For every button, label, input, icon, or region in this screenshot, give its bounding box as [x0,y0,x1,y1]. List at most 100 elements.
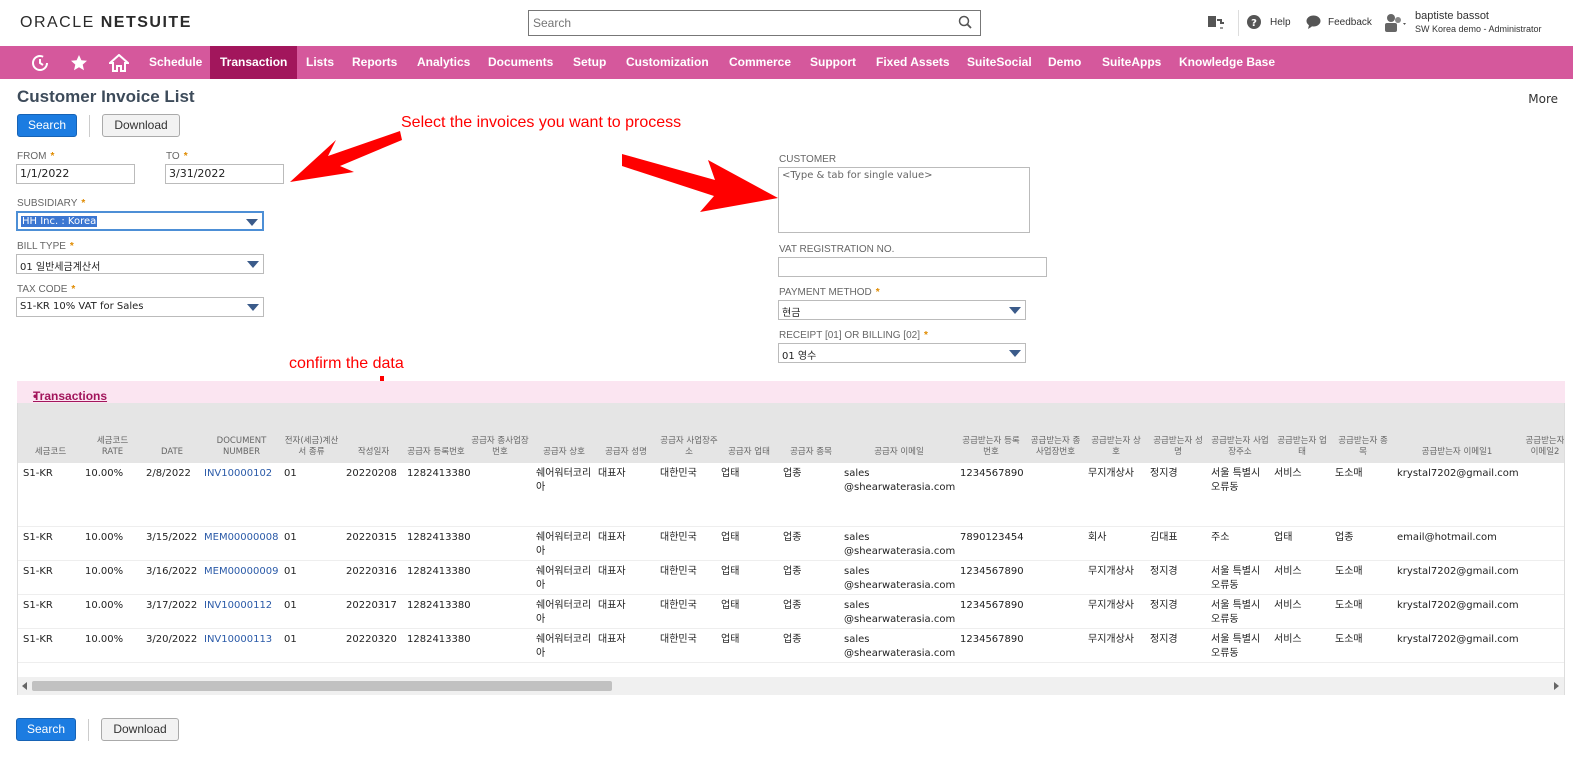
help-icon[interactable]: ? [1247,15,1261,29]
nav-customization[interactable]: Customization [616,46,719,79]
recent-records-icon[interactable] [31,54,49,72]
chevron-down-icon[interactable] [247,261,259,268]
transactions-table[interactable]: 세금코드 세금코드 RATE DATE DOCUMENT NUMBER 전자(세금)계산… [17,403,1565,695]
global-search[interactable] [528,10,981,36]
receipt-select[interactable]: 01 영수 [778,343,1026,363]
payment-method-select[interactable]: 현금 [778,300,1026,320]
horizontal-scrollbar[interactable] [18,677,1564,695]
nav-suiteapps[interactable]: SuiteApps [1092,46,1171,79]
table-row[interactable]: S1-KR 10.00% 3/20/2022 INV10000113 01 2022032… [18,629,1564,663]
nav-schedule[interactable]: Schedule [139,46,212,79]
nav-lists[interactable]: Lists [296,46,344,79]
column-header[interactable]: 공급자 사업장주소 [660,436,718,458]
document-number-link[interactable]: INV10000102 [204,467,279,481]
user-role[interactable]: SW Korea demo - Administrator [1415,24,1542,34]
home-icon[interactable] [109,54,129,72]
table-row[interactable]: S1-KR 10.00% 3/16/2022 MEM00000009 01 2022031… [18,561,1564,595]
column-header[interactable]: 공급받는자 성명 [1150,436,1206,458]
create-new-icon[interactable] [1205,14,1225,32]
table-row[interactable]: S1-KR 10.00% 2/8/2022 INV10000102 01 20220208… [18,463,1564,527]
nav-analytics[interactable]: Analytics [407,46,480,79]
nav-demo[interactable]: Demo [1038,46,1091,79]
scrollbar-thumb[interactable] [32,681,612,691]
feedback-link[interactable]: Feedback [1328,17,1372,28]
star-icon[interactable] [70,54,88,72]
table-cell: 무지개상사 [1088,600,1134,611]
table-cell: 업태 [721,566,740,577]
customer-textarea[interactable]: <Type & tab for single value> [778,167,1030,233]
table-cell: 1234567890 [960,566,1024,577]
table-cell: 7890123454 [960,532,1024,543]
user-roles-icon[interactable] [1383,13,1409,33]
nav-reports[interactable]: Reports [342,46,407,79]
nav-suitesocial[interactable]: SuiteSocial [957,46,1042,79]
column-header[interactable]: 공급받는자 업태 [1274,436,1330,458]
search-button-top[interactable]: Search [17,114,77,137]
table-cell: 업종 [1335,532,1354,543]
bill-type-select[interactable]: 01 일반세금계산서 [16,254,264,274]
chevron-down-icon[interactable] [1009,307,1021,314]
nav-setup[interactable]: Setup [563,46,616,79]
user-name[interactable]: baptiste bassot [1415,10,1489,22]
global-search-input[interactable] [529,11,949,35]
netsuite-logo[interactable]: ORACLE NETSUITE [20,14,192,32]
nav-knowledge-base[interactable]: Knowledge Base [1169,46,1285,79]
document-number-link[interactable]: MEM00000008 [204,531,279,545]
table-cell: 서울 특별시 오류동 [1211,468,1261,493]
column-header[interactable]: 공급자 등록번호 [407,447,465,458]
nav-fixed-assets[interactable]: Fixed Assets [866,46,960,79]
feedback-icon[interactable] [1306,15,1321,29]
column-header[interactable]: DOCUMENT NUMBER [204,436,279,458]
column-header[interactable]: 공급자 종목 [783,447,839,458]
table-cell: 쉐어워터코리아 [536,600,592,625]
scroll-right-icon[interactable] [1552,682,1560,690]
nav-documents[interactable]: Documents [478,46,563,79]
column-header[interactable]: 공급받는자 상호 [1088,436,1144,458]
search-button-bottom[interactable]: Search [16,718,76,741]
table-cell: krystal7202@gmail.com [1397,600,1519,611]
column-header[interactable]: 세금코드 RATE [85,436,140,458]
column-header[interactable]: 공급받는자 이메일2 [1523,436,1564,458]
download-button-top[interactable]: Download [102,114,180,137]
help-link[interactable]: Help [1270,17,1291,28]
from-date-input[interactable]: 1/1/2022 [16,164,135,184]
column-header[interactable]: 공급받는자 종사업장번호 [1028,436,1083,458]
document-number-link[interactable]: INV10000112 [204,599,279,613]
column-header[interactable]: 공급자 이메일 [844,447,954,458]
column-header[interactable]: DATE [146,447,198,458]
to-date-input[interactable]: 3/31/2022 [165,164,284,184]
column-header[interactable]: 공급자 업태 [721,447,777,458]
table-cell: 정지경 [1150,468,1178,479]
chevron-down-icon[interactable] [1009,350,1021,357]
more-menu[interactable]: More [1528,92,1558,106]
column-header[interactable]: 공급받는자 종목 [1335,436,1391,458]
chevron-down-icon[interactable] [247,304,259,311]
column-header[interactable]: 공급자 종사업장 번호 [470,436,530,458]
column-header[interactable]: 공급받는자 사업장주소 [1211,436,1269,458]
tax-code-select[interactable]: S1-KR 10% VAT for Sales [16,297,264,317]
transactions-header[interactable]: Transactions • [17,381,1565,403]
search-icon[interactable] [958,15,972,29]
document-number-link[interactable]: INV10000113 [204,633,279,647]
column-header[interactable]: 공급받는자 등록번호 [960,436,1022,458]
nav-transaction[interactable]: Transaction [210,46,298,79]
annotation-confirm: confirm the data [289,355,404,372]
column-header[interactable]: 세금코드 [23,447,78,458]
column-header[interactable]: 전자(세금)계산서 종류 [284,436,339,458]
table-cell: S1-KR [23,532,53,543]
transactions-title[interactable]: Transactions [33,389,107,403]
chevron-down-icon[interactable] [246,219,258,226]
document-number-link[interactable]: MEM00000009 [204,565,279,579]
table-row[interactable]: S1-KR 10.00% 3/17/2022 INV10000112 01 2022031… [18,595,1564,629]
column-header[interactable]: 공급자 상호 [536,447,592,458]
subsidiary-select[interactable]: HH Inc. : Korea [16,211,264,231]
column-header[interactable]: 작성일자 [346,447,401,458]
table-row[interactable]: S1-KR 10.00% 3/15/2022 MEM00000008 01 2022031… [18,527,1564,561]
nav-commerce[interactable]: Commerce [719,46,801,79]
nav-support[interactable]: Support [800,46,866,79]
download-button-bottom[interactable]: Download [101,718,179,741]
scroll-left-icon[interactable] [21,682,29,690]
vat-input[interactable] [778,257,1047,277]
column-header[interactable]: 공급자 성명 [598,447,654,458]
column-header[interactable]: 공급받는자 이메일1 [1397,447,1517,458]
